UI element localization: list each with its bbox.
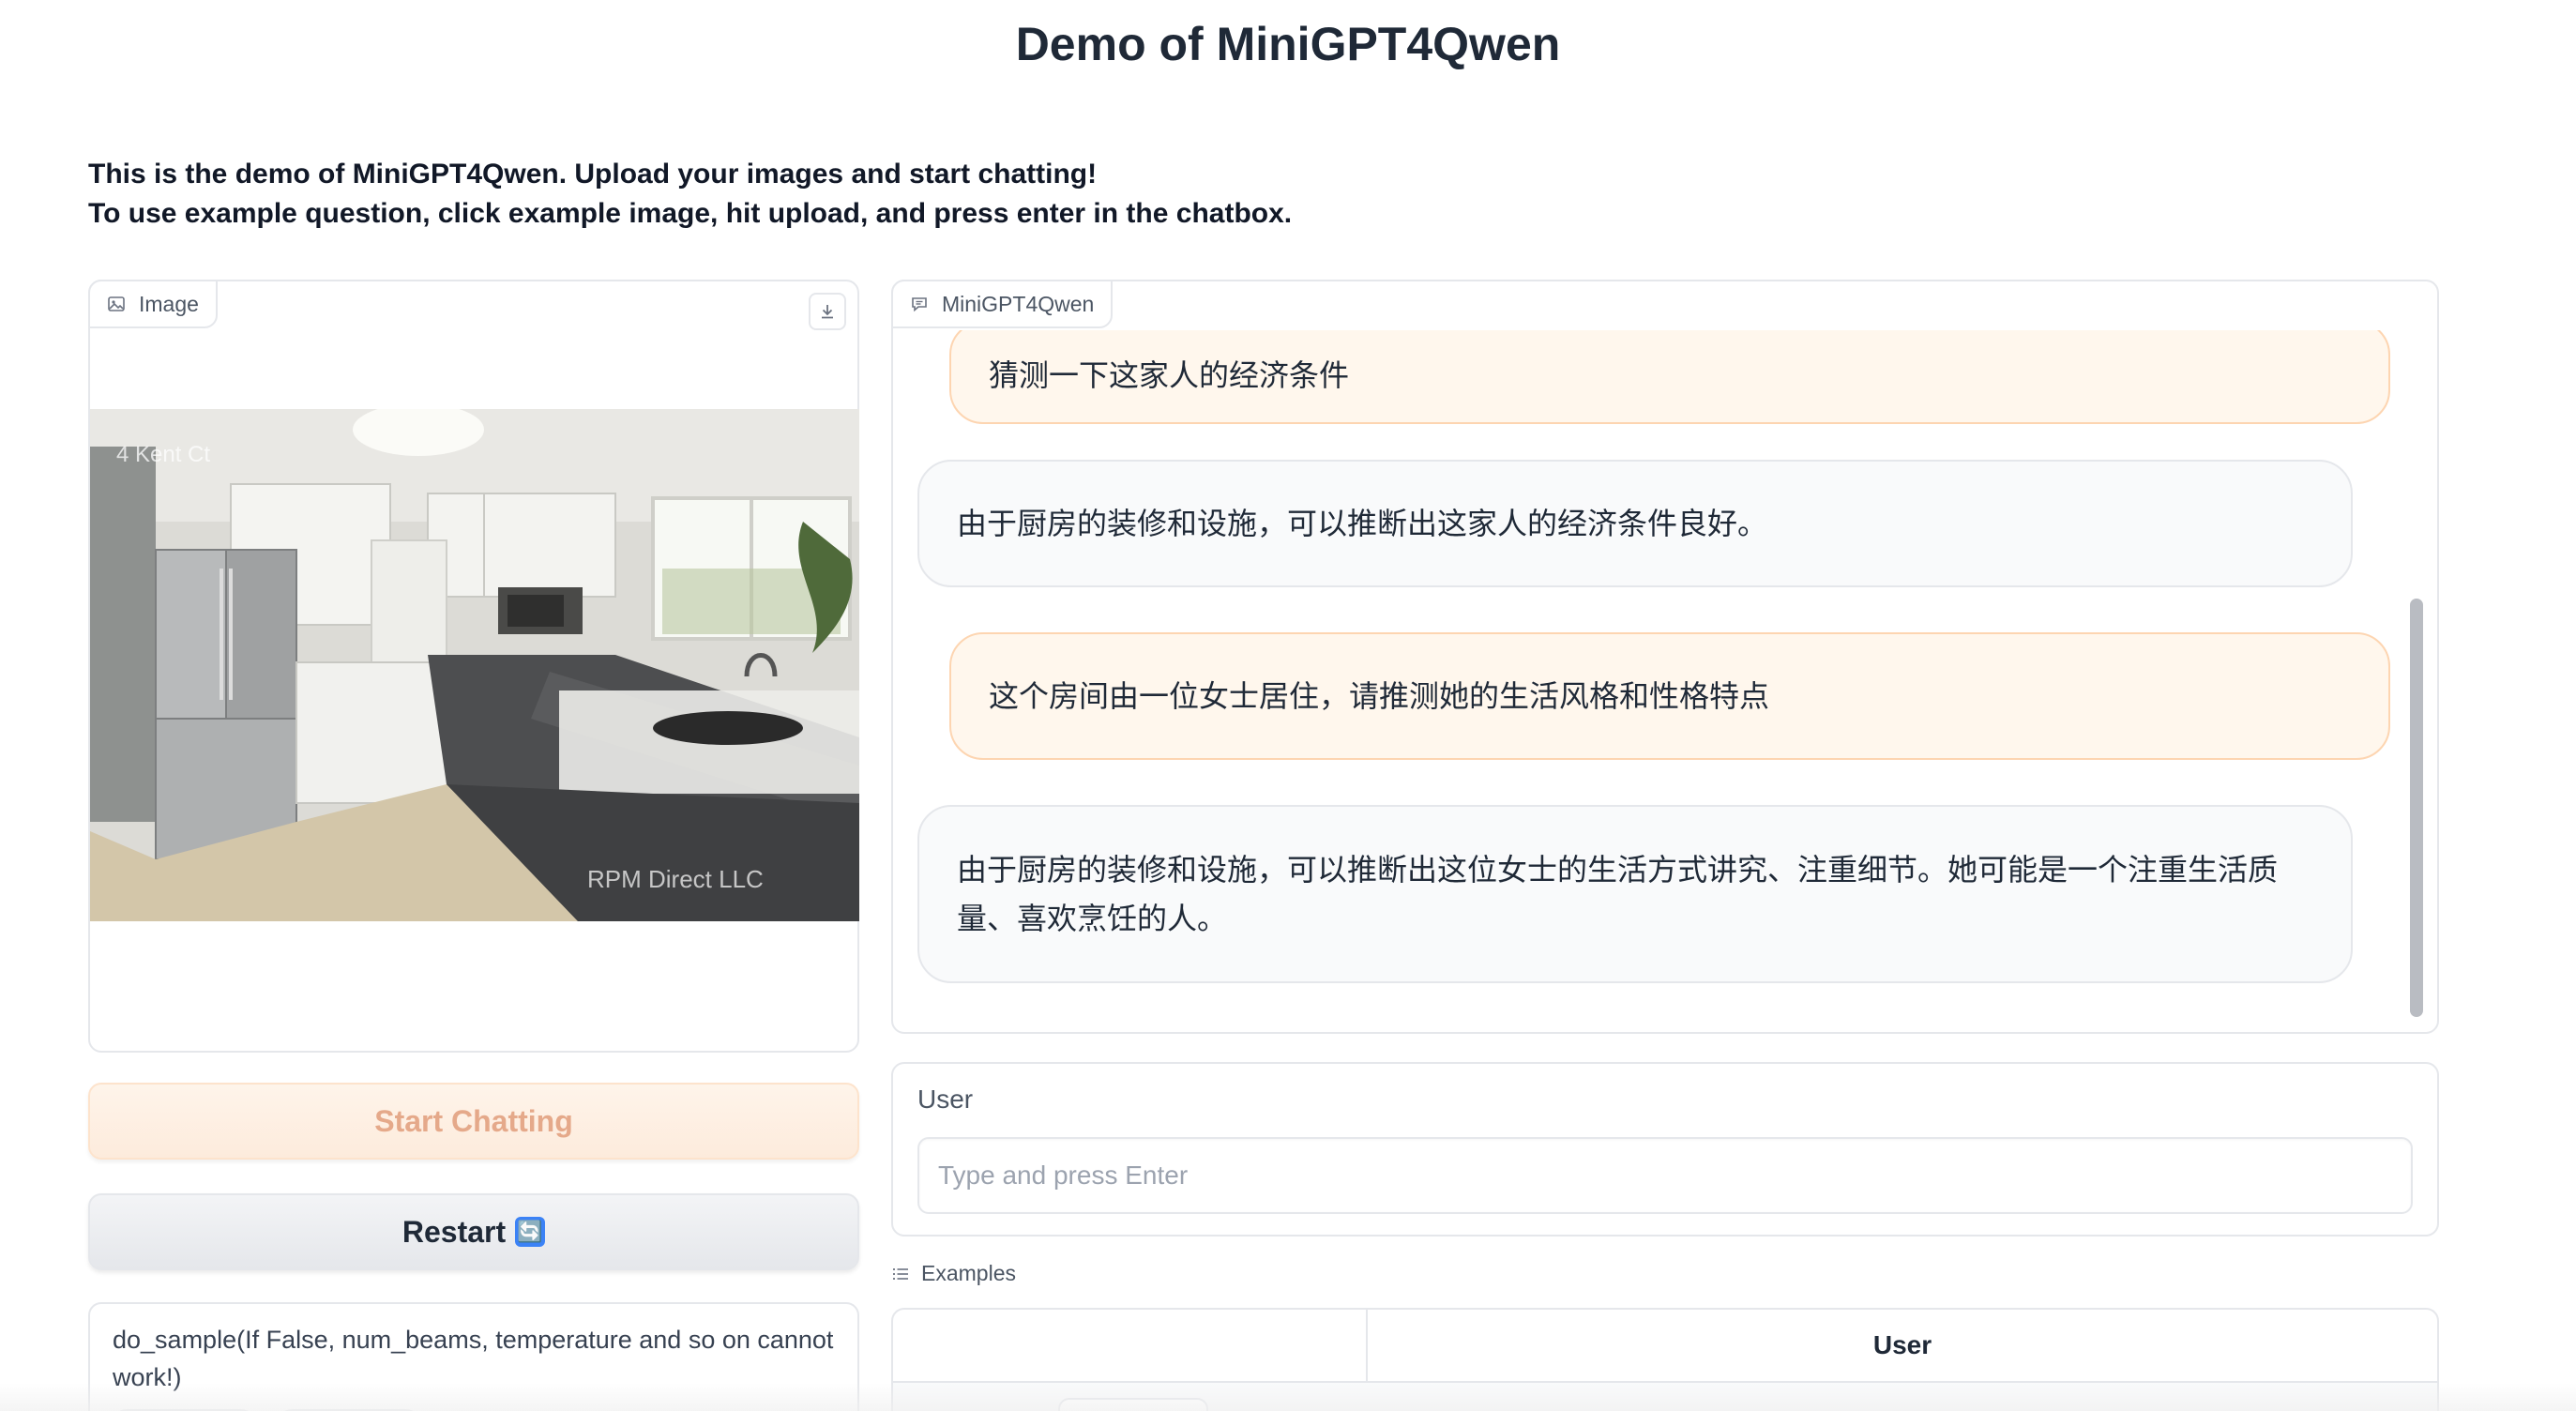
image-label: Image (139, 291, 199, 316)
do-sample-checkbox-panel[interactable]: do_sample(If False, num_beams, temperatu… (88, 1302, 859, 1411)
photo-watermark-top: 4 Kent Ct (116, 442, 210, 467)
page: Demo of MiniGPT4Qwen This is the demo of… (0, 0, 2576, 1411)
download-button[interactable] (809, 293, 846, 330)
chat-scrollbar-thumb[interactable] (2410, 599, 2423, 1017)
chatbot-label-tag: MiniGPT4Qwen (891, 280, 1114, 328)
chat-message-user: 这个房间由一位女士居住，请推测她的生活风格和性格特点 (949, 632, 2390, 760)
uploaded-kitchen-photo: 4 Kent Ct RPM Direct LLC (90, 409, 859, 921)
intro-text: This is the demo of MiniGPT4Qwen. Upload… (88, 155, 1292, 234)
image-upload-panel[interactable]: Image 4 Kent Ct RPM Direct LLC (88, 280, 859, 1053)
chat-message-bot: 由于厨房的装修和设施，可以推断出这家人的经济条件良好。 (917, 460, 2353, 587)
examples-row[interactable] (893, 1381, 2437, 1411)
user-input-label: User (917, 1085, 974, 1114)
page-title: Demo of MiniGPT4Qwen (1015, 18, 1561, 70)
intro-line-2: To use example question, click example i… (88, 198, 1293, 229)
examples-header-user: User (1872, 1330, 1932, 1359)
examples-table: User (891, 1308, 2439, 1411)
photo-watermark-bottom: RPM Direct LLC (587, 865, 764, 893)
user-message-input[interactable] (917, 1137, 2413, 1214)
restart-icon: 🔄 (515, 1217, 546, 1247)
start-chatting-label: Start Chatting (374, 1103, 573, 1138)
image-icon (108, 296, 125, 311)
chat-message-text: 这个房间由一位女士居住，请推测她的生活风格和性格特点 (989, 679, 1770, 713)
user-input-panel: User (891, 1062, 2439, 1237)
restart-button[interactable]: Restart 🔄 (88, 1193, 859, 1270)
chat-message-text: 由于厨房的装修和设施，可以推断出这家人的经济条件良好。 (957, 507, 1768, 540)
examples-header-image (893, 1310, 1366, 1381)
image-label-tag: Image (88, 280, 218, 328)
chat-message-text: 由于厨房的装修和设施，可以推断出这位女士的生活方式讲究、注重细节。她可能是一个注… (957, 853, 2279, 935)
chat-message-text: 猜测一下这家人的经济条件 (989, 358, 1350, 392)
chat-message-user: 猜测一下这家人的经济条件 (949, 330, 2390, 424)
do-sample-description: do_sample(If False, num_beams, temperatu… (113, 1326, 834, 1391)
start-chatting-button[interactable]: Start Chatting (88, 1083, 859, 1160)
chat-icon (912, 297, 927, 312)
download-icon (822, 305, 833, 319)
example-image-thumbnail[interactable] (1058, 1398, 1208, 1411)
chat-scrollbar[interactable] (2407, 332, 2424, 1032)
list-icon (893, 1267, 908, 1280)
examples-label: Examples (921, 1261, 1016, 1285)
examples-label-row: Examples (891, 1261, 1016, 1286)
chat-message-bot: 由于厨房的装修和设施，可以推断出这位女士的生活方式讲究、注重细节。她可能是一个注… (917, 805, 2353, 983)
chatbot-label: MiniGPT4Qwen (942, 291, 1095, 316)
chat-message-list[interactable]: 猜测一下这家人的经济条件 由于厨房的装修和设施，可以推断出这家人的经济条件良好。… (893, 330, 2413, 1032)
restart-label: Restart (402, 1214, 507, 1249)
chatbot-panel: MiniGPT4Qwen 猜测一下这家人的经济条件 由于厨房的装修和设施，可以推… (891, 280, 2439, 1034)
intro-line-1: This is the demo of MiniGPT4Qwen. Upload… (88, 159, 1098, 190)
